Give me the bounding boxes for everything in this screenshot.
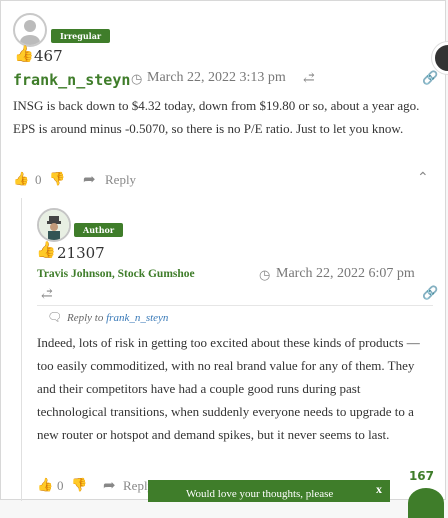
comment-date[interactable]: March 22, 2022 6:07 pm <box>276 266 415 282</box>
thread-line <box>21 198 22 501</box>
comment-body: INSG is back down to $4.32 today, down f… <box>13 98 420 136</box>
reply-arrow-icon[interactable]: ➦ <box>103 476 116 495</box>
like-count: 0 <box>57 478 64 493</box>
close-icon[interactable]: x <box>376 482 382 497</box>
user-score: 467 <box>34 47 63 65</box>
reply-button[interactable]: Reply <box>105 172 136 188</box>
comment-count: 167 <box>408 469 434 483</box>
popup-text: Would love your thoughts, please <box>186 488 334 500</box>
author-badge: Author <box>74 223 124 237</box>
avatar[interactable] <box>37 208 71 242</box>
default-avatar-icon <box>20 20 40 45</box>
thumbs-down-icon[interactable]: 👎 <box>49 171 65 187</box>
reply-to: Reply to frank_n_steyn <box>67 312 168 324</box>
like-count: 0 <box>35 172 42 187</box>
thumbs-up-icon: 👍 <box>36 240 56 259</box>
user-rank-badge: Irregular <box>51 29 111 43</box>
comment-actions: 👍 0 👎 ➦ Reply ⌃ <box>13 171 433 191</box>
comment-author[interactable]: frank_n_steyn <box>13 71 130 89</box>
comment-author[interactable]: Travis Johnson, Stock Gumshoe <box>37 268 195 280</box>
clock-icon: ◷ <box>259 268 271 283</box>
divider <box>37 305 433 306</box>
user-score: 21307 <box>57 244 105 262</box>
author-avatar-icon <box>39 210 69 240</box>
thumbs-up-icon[interactable]: 👍 <box>13 171 29 187</box>
reply-to-label: Reply to <box>67 312 104 324</box>
comment-date[interactable]: March 22, 2022 3:13 pm <box>147 70 286 86</box>
reply-to-user-link[interactable]: frank_n_steyn <box>106 312 168 324</box>
share-icon[interactable]: ⥄ <box>41 286 53 302</box>
reply-arrow-icon[interactable]: ➦ <box>83 170 96 189</box>
speech-bubble-icon: 🗨 <box>47 310 63 324</box>
thumbs-up-icon[interactable]: 👍 <box>37 477 53 493</box>
link-icon[interactable]: 🔗 <box>422 286 438 301</box>
comment-thread: Irregular 👍 467 frank_n_steyn ◷ March 22… <box>0 0 446 501</box>
avatar[interactable] <box>13 13 47 47</box>
clock-icon: ◷ <box>131 72 143 87</box>
comment-body: Indeed, lots of risk in getting too exci… <box>37 335 420 442</box>
collapse-chevron-icon[interactable]: ⌃ <box>417 170 429 187</box>
share-icon[interactable]: ⥄ <box>303 70 315 86</box>
thumbs-down-icon[interactable]: 👎 <box>71 477 87 493</box>
feedback-popup[interactable]: Would love your thoughts, please x <box>148 480 390 502</box>
chat-bubble-icon[interactable] <box>408 488 444 518</box>
thumbs-up-icon: 👍 <box>14 44 34 63</box>
link-icon[interactable]: 🔗 <box>422 71 438 86</box>
